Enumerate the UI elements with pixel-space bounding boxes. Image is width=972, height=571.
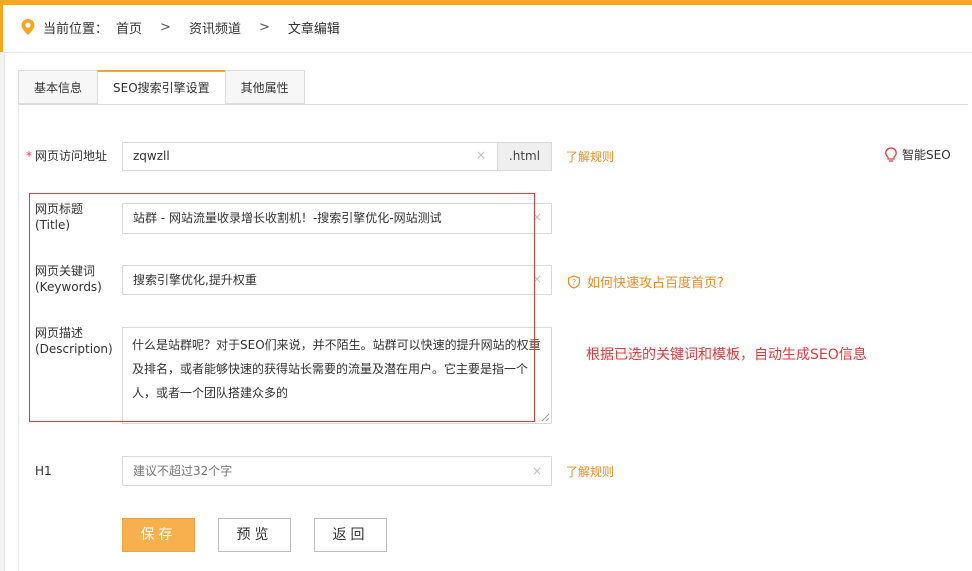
url-suffix: .html	[497, 142, 552, 171]
shield-question-icon: ?	[567, 274, 581, 289]
svg-text:?: ?	[572, 278, 576, 287]
header-divider	[0, 52, 972, 53]
save-button[interactable]: 保存	[122, 518, 195, 552]
breadcrumb-home[interactable]: 首页	[116, 18, 142, 37]
breadcrumb-article-edit: 文章编辑	[287, 21, 340, 37]
url-input[interactable]: zqwzll	[122, 142, 498, 171]
h1-clear-icon[interactable]: ×	[532, 464, 542, 478]
left-gutter	[0, 53, 5, 571]
url-label-text: 网页访问地址	[35, 149, 108, 163]
required-mark: *	[26, 149, 32, 163]
url-rules-link[interactable]: 了解规则	[566, 148, 614, 165]
resize-grip-icon[interactable]	[540, 412, 550, 422]
h1-rules-link[interactable]: 了解规则	[566, 463, 614, 480]
baidu-tips-text: 如何快速攻占百度首页?	[587, 276, 724, 291]
breadcrumb: 当前位置： 首页 > 资讯频道 > 文章编辑	[20, 17, 340, 37]
url-clear-icon[interactable]: ×	[476, 148, 486, 162]
tab-bar: 基本信息 SEO搜索引擎设置 其他属性	[18, 70, 305, 105]
url-label: * 网页访问地址	[26, 148, 107, 164]
lightbulb-icon	[885, 146, 897, 162]
seo-highlight-box	[29, 193, 535, 422]
tab-other-attributes[interactable]: 其他属性	[224, 70, 305, 104]
breadcrumb-separator: >	[258, 19, 270, 35]
preview-button[interactable]: 预览	[218, 518, 291, 552]
h1-label: H1	[35, 464, 52, 478]
tab-seo-settings[interactable]: SEO搜索引擎设置	[97, 70, 225, 105]
panel-border	[18, 104, 19, 571]
tab-divider	[18, 104, 968, 105]
baidu-tips-link[interactable]: ? 如何快速攻占百度首页?	[567, 272, 724, 291]
breadcrumb-prefix: 当前位置：	[43, 21, 109, 37]
tab-basic-info[interactable]: 基本信息	[18, 70, 98, 104]
location-pin-icon	[21, 19, 35, 35]
top-accent-border	[0, 0, 972, 5]
back-button[interactable]: 返回	[314, 518, 387, 552]
smart-seo-label: 智能SEO	[902, 148, 951, 162]
h1-input[interactable]	[122, 456, 552, 486]
smart-seo-button[interactable]: 智能SEO	[884, 146, 951, 163]
header-accent-border	[0, 5, 3, 53]
breadcrumb-separator: >	[160, 19, 171, 35]
auto-seo-annotation: 根据已选的关键词和模板，自动生成SEO信息	[586, 347, 867, 363]
breadcrumb-news-channel[interactable]: 资讯频道	[189, 18, 241, 37]
